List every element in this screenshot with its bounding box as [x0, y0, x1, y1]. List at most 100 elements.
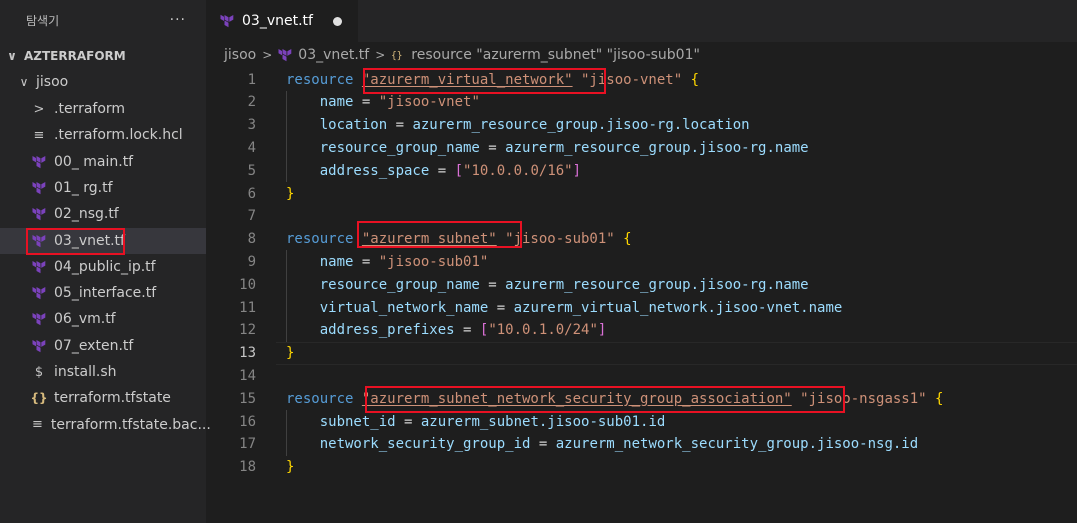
- code-token: "azurerm_virtual_network": [361, 71, 573, 88]
- code-text: location = azurerm_resource_group.jisoo-…: [286, 114, 750, 137]
- line-number: 2: [247, 94, 256, 111]
- code-line[interactable]: 11 virtual_network_name = azurerm_virtua…: [206, 296, 1077, 319]
- terraform-icon: [32, 181, 46, 195]
- explorer-title: 탐색기: [26, 13, 60, 28]
- code-token: ]: [597, 322, 607, 339]
- file-item[interactable]: 03_vnet.tf: [0, 227, 206, 254]
- line-number: 17: [239, 436, 256, 453]
- breadcrumb-file[interactable]: 03_vnet.tf: [298, 47, 369, 63]
- code-text: }: [286, 456, 294, 479]
- line-number: 7: [247, 208, 256, 225]
- indent-guide: [286, 90, 287, 114]
- file-item[interactable]: 05_interface.tf: [0, 280, 206, 306]
- file-item[interactable]: 07_exten.tf: [0, 333, 206, 359]
- code-token: azurerm_resource_group.jisoo-rg.name: [505, 139, 809, 156]
- code-line[interactable]: 12 address_prefixes = ["10.0.1.0/24"]: [206, 318, 1077, 342]
- file-item[interactable]: ≡ .terraform.lock.hcl: [0, 122, 206, 148]
- file-item[interactable]: 06_vm.tf: [0, 306, 206, 332]
- code-token: }: [286, 459, 295, 476]
- file-item-label: 07_exten.tf: [54, 337, 134, 354]
- code-line[interactable]: 16 subnet_id = azurerm_subnet.jisoo-sub0…: [206, 410, 1077, 433]
- code-line[interactable]: 4 resource_group_name = azurerm_resource…: [206, 136, 1077, 160]
- workspace-root[interactable]: ∨ AZTERRAFORM: [0, 43, 206, 69]
- file-item[interactable]: 02_nsg.tf: [0, 201, 206, 227]
- code-token: resource: [286, 71, 362, 88]
- tab-03-vnet[interactable]: 03_vnet.tf: [206, 0, 358, 42]
- file-item[interactable]: $ install.sh: [0, 359, 206, 385]
- line-number: 15: [239, 390, 256, 407]
- file-item[interactable]: {} terraform.tfstate: [0, 385, 206, 411]
- indent-guide: [286, 296, 287, 319]
- code-token: "10.0.0.0/16": [463, 162, 573, 179]
- file-item-label: 02_nsg.tf: [54, 206, 119, 223]
- code-editor[interactable]: 1 resource "azurerm_virtual_network" "jis…: [206, 68, 1077, 523]
- code-token: {: [623, 231, 632, 248]
- code-line[interactable]: 2 name = "jisoo-vnet": [206, 90, 1077, 114]
- code-text: address_prefixes = ["10.0.1.0/24"]: [286, 319, 607, 342]
- svg-text:{}: {}: [391, 51, 403, 62]
- code-token: azurerm_resource_group.jisoo-rg.name: [505, 276, 809, 293]
- code-text: address_space = ["10.0.0.0/16"]: [286, 159, 581, 182]
- file-item[interactable]: > .terraform: [0, 96, 206, 122]
- terraform-icon: [32, 286, 46, 300]
- indent-guide: [286, 273, 287, 297]
- line-number: 18: [239, 459, 256, 476]
- code-token: "azurerm_subnet_network_security_group_a…: [361, 390, 792, 407]
- code-token: name: [319, 253, 354, 270]
- file-item[interactable]: 04_public_ip.tf: [0, 254, 206, 280]
- code-line[interactable]: 5 address_space = ["10.0.0.0/16"]: [206, 159, 1077, 183]
- code-line[interactable]: 13}: [206, 341, 1077, 365]
- line-number: 9: [247, 253, 256, 270]
- code-line[interactable]: 6}: [206, 182, 1077, 205]
- indent-guide: [286, 159, 287, 183]
- file-item-label: install.sh: [54, 364, 117, 380]
- code-line[interactable]: 9 name = "jisoo-sub01": [206, 250, 1077, 274]
- code-token: location: [319, 117, 388, 134]
- code-text: }: [286, 342, 294, 365]
- code-token: =: [530, 436, 556, 453]
- folder-jisoo[interactable]: ∨ jisoo: [0, 69, 206, 95]
- code-line[interactable]: 1 resource "azurerm_virtual_network" "jis…: [206, 68, 1077, 91]
- more-actions-icon[interactable]: ···: [170, 12, 186, 28]
- line-number: 14: [239, 367, 256, 384]
- file-item[interactable]: ≡ terraform.tfstate.bac...: [0, 412, 211, 438]
- code-line[interactable]: 17 network_security_group_id = azurerm_n…: [206, 432, 1077, 456]
- code-token: "jisoo-vnet": [378, 94, 480, 111]
- terraform-icon: [32, 339, 46, 353]
- code-token: =: [488, 299, 514, 316]
- code-line[interactable]: 7: [206, 205, 1077, 228]
- breadcrumb-symbol[interactable]: resource "azurerm_subnet" "jisoo-sub01": [411, 47, 700, 63]
- file-item-label: 05_interface.tf: [54, 285, 157, 302]
- file-item-label: 00_ main.tf: [54, 153, 134, 170]
- breadcrumb-separator: >: [262, 48, 273, 62]
- code-line[interactable]: 18}: [206, 456, 1077, 479]
- code-text: subnet_id = azurerm_subnet.jisoo-sub01.i…: [286, 410, 666, 433]
- file-item[interactable]: 01_ rg.tf: [0, 175, 206, 201]
- code-line[interactable]: 8 resource "azurerm_subnet" "jisoo-sub01"…: [206, 228, 1077, 251]
- breadcrumb-folder[interactable]: jisoo: [224, 47, 256, 63]
- code-line[interactable]: 3 location = azurerm_resource_group.jiso…: [206, 113, 1077, 137]
- terraform-icon: [32, 234, 46, 248]
- code-token: virtual_network_name: [319, 299, 489, 316]
- file-item[interactable]: 00_ main.tf: [0, 149, 206, 175]
- code-line[interactable]: 14: [206, 364, 1077, 387]
- indent-guide: [286, 318, 287, 342]
- file-item-label: .terraform: [54, 101, 126, 117]
- code-token: [: [454, 162, 464, 179]
- tab-bar: 03_vnet.tf: [206, 0, 1077, 42]
- unsaved-dot-icon[interactable]: [333, 17, 342, 26]
- code-line[interactable]: 15 resource "azurerm_subnet_network_secur…: [206, 387, 1077, 410]
- folder-label: jisoo: [36, 74, 69, 90]
- code-token: [: [479, 322, 489, 339]
- code-token: azurerm_network_security_group.jisoo-nsg…: [555, 436, 919, 453]
- code-token: ]: [572, 162, 582, 179]
- line-number: 4: [247, 139, 256, 156]
- code-line[interactable]: 10 resource_group_name = azurerm_resourc…: [206, 273, 1077, 297]
